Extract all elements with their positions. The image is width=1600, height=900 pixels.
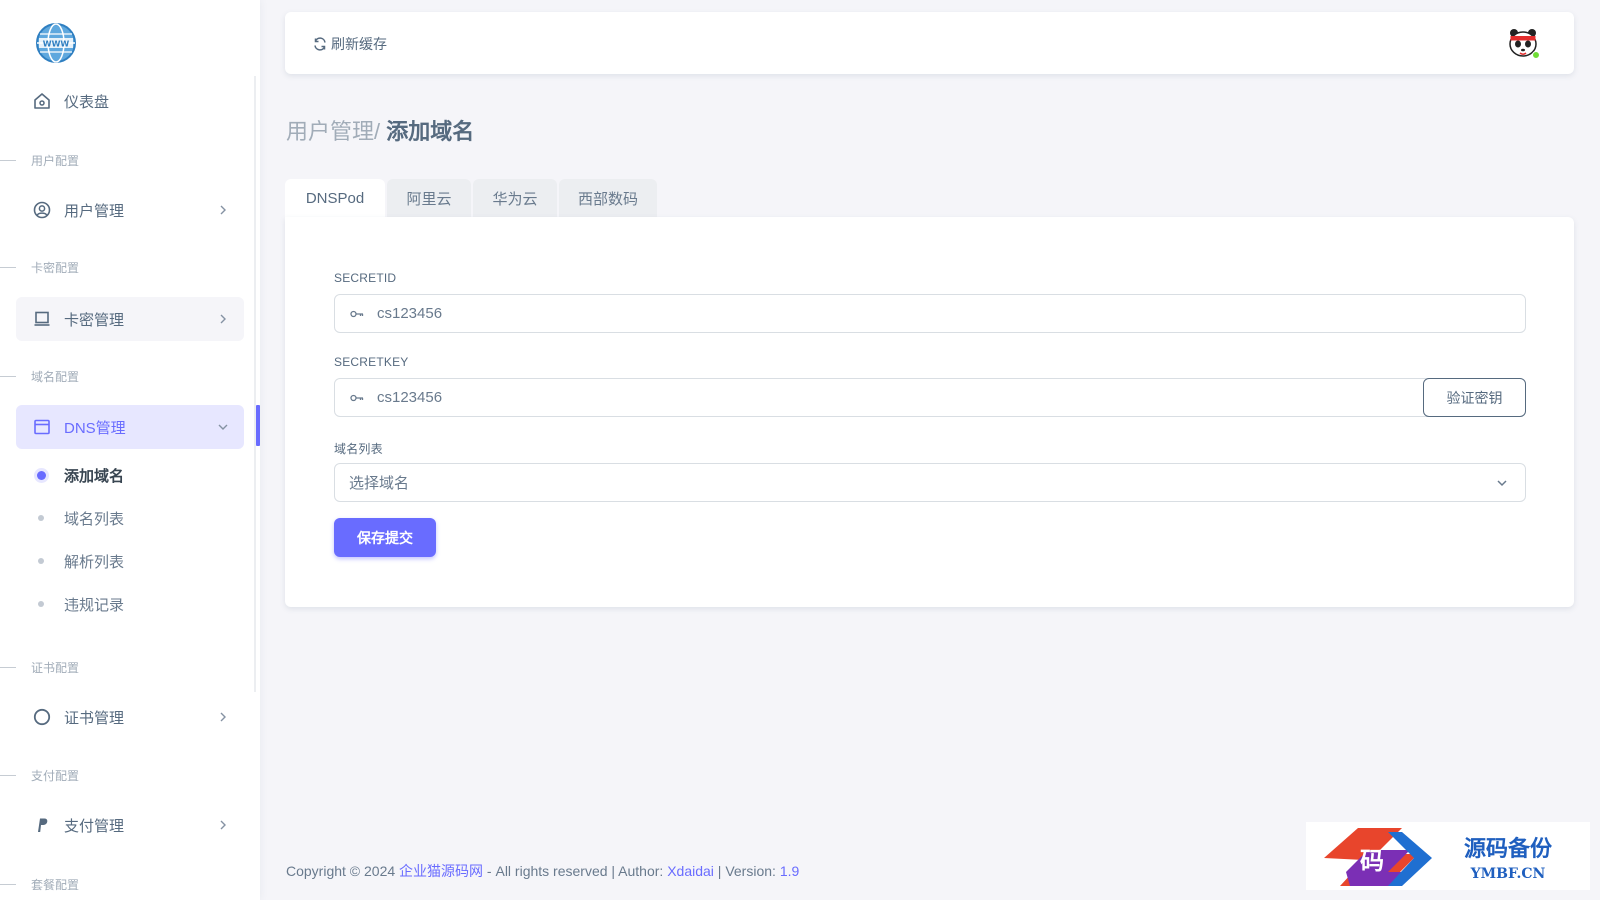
key-icon <box>350 394 364 401</box>
sidebar-subitem-label: 添加域名 <box>64 467 125 485</box>
chevron-down-icon <box>1497 480 1507 487</box>
section-header-package-config: 套餐配置 <box>0 876 79 892</box>
sidebar-item-label: 用户管理 <box>64 202 125 220</box>
section-header-label: 证书配置 <box>31 660 80 675</box>
breadcrumb: 用户管理/ 添加域名 <box>286 114 474 146</box>
footer-site-link[interactable]: 企业猫源码网 <box>399 863 483 879</box>
key-icon <box>350 310 364 317</box>
section-header-cert-config: 证书配置 <box>0 659 79 675</box>
sidebar-item-dashboard[interactable]: 仪表盘 <box>16 79 244 123</box>
sidebar-item-user-management[interactable]: 用户管理 <box>16 188 244 232</box>
section-header-label: 套餐配置 <box>31 877 80 892</box>
save-submit-button[interactable]: 保存提交 <box>334 518 436 557</box>
domain-select-value: 选择域名 <box>349 475 410 492</box>
provider-tabs: DNSPod 阿里云 华为云 西部数码 <box>285 179 659 217</box>
watermark-logo: 码 源码备份 YMBF.CN <box>1306 822 1590 890</box>
paypal-icon <box>32 815 52 835</box>
verify-key-button[interactable]: 验证密钥 <box>1423 378 1526 417</box>
section-header-domain-config: 域名配置 <box>0 368 79 384</box>
sidebar-item-label: DNS管理 <box>64 419 126 437</box>
refresh-cache-label: 刷新缓存 <box>331 36 387 52</box>
sidebar-item-label: 证书管理 <box>64 709 125 727</box>
section-header-label: 域名配置 <box>31 369 80 384</box>
footer-author-link[interactable]: Xdaidai <box>667 863 714 879</box>
laptop-icon <box>32 309 52 329</box>
secret-id-input-group <box>334 294 1526 333</box>
section-header-card-config: 卡密配置 <box>0 259 79 275</box>
footer: Copyright © 2024 企业猫源码网 - All rights res… <box>286 861 799 881</box>
section-header-label: 支付配置 <box>31 768 80 783</box>
watermark-title: 源码备份 <box>1464 836 1553 862</box>
sidebar-active-indicator <box>256 405 260 446</box>
bullet-dot-icon <box>38 558 44 564</box>
secret-id-input[interactable] <box>377 295 1525 332</box>
divider <box>0 883 16 885</box>
tab-west-digital[interactable]: 西部数码 <box>559 179 657 217</box>
footer-copyright: Copyright © 2024 <box>286 863 400 879</box>
secret-key-label: SECRETKEY <box>334 355 409 369</box>
sidebar-subitem-resolve-list[interactable]: 解析列表 <box>16 542 244 580</box>
user-avatar[interactable] <box>1506 26 1540 60</box>
svg-text:WWW: WWW <box>43 40 70 49</box>
section-header-user-config: 用户配置 <box>0 152 79 168</box>
footer-version-label: | Version: <box>713 863 780 879</box>
divider <box>0 375 16 377</box>
sidebar-scrollbar-track[interactable] <box>254 76 256 692</box>
sidebar-subitem-label: 解析列表 <box>64 553 125 571</box>
tab-dnspod[interactable]: DNSPod <box>285 179 385 217</box>
domain-select[interactable]: 选择域名 <box>334 463 1526 502</box>
watermark-glyph: 码 <box>1360 846 1384 875</box>
tab-aliyun[interactable]: 阿里云 <box>387 179 471 217</box>
divider <box>0 266 16 268</box>
top-navbar: 刷新缓存 <box>285 12 1574 74</box>
chevron-right-icon <box>220 314 226 324</box>
footer-rights: - All rights reserved | Author: <box>483 863 668 879</box>
sidebar-subitem-add-domain[interactable]: 添加域名 <box>16 456 244 494</box>
divider <box>0 774 16 776</box>
bullet-dot-icon <box>36 470 46 480</box>
sidebar: WWW 仪表盘 用户配置 用户管理 卡密配置 卡密管理 域名配置 DNS管理 添… <box>0 0 260 900</box>
chevron-right-icon <box>220 205 226 215</box>
sidebar-item-pay-management[interactable]: 支付管理 <box>16 803 244 847</box>
sidebar-item-label: 仪表盘 <box>64 93 110 111</box>
secret-id-label: SECRETID <box>334 271 397 285</box>
sidebar-item-cert-management[interactable]: 证书管理 <box>16 695 244 739</box>
sidebar-subitem-label: 违规记录 <box>64 596 125 614</box>
refresh-icon <box>314 37 326 51</box>
refresh-cache-button[interactable]: 刷新缓存 <box>312 34 387 54</box>
www-globe-logo-icon[interactable]: WWW <box>35 22 77 64</box>
divider <box>0 666 16 668</box>
footer-version-link[interactable]: 1.9 <box>780 863 799 879</box>
window-icon <box>32 417 52 437</box>
bullet-dot-icon <box>38 515 44 521</box>
sidebar-subitem-label: 域名列表 <box>64 510 125 528</box>
bullet-dot-icon <box>38 601 44 607</box>
sidebar-subitem-violation-records[interactable]: 违规记录 <box>16 585 244 623</box>
circle-icon <box>32 707 52 727</box>
section-header-pay-config: 支付配置 <box>0 767 79 783</box>
sidebar-item-label: 支付管理 <box>64 817 125 835</box>
chevron-right-icon <box>220 820 226 830</box>
sidebar-item-dns-management[interactable]: DNS管理 <box>16 405 244 449</box>
section-header-label: 卡密配置 <box>31 260 80 275</box>
divider <box>0 159 16 161</box>
chevron-right-icon <box>220 712 226 722</box>
secret-key-input-group: 验证密钥 <box>334 378 1526 417</box>
chevron-down-icon <box>218 424 228 430</box>
sidebar-subitem-domain-list[interactable]: 域名列表 <box>16 499 244 537</box>
watermark-domain: YMBF.CN <box>1470 866 1546 882</box>
section-header-label: 用户配置 <box>31 153 80 168</box>
domain-list-label: 域名列表 <box>334 442 383 456</box>
sidebar-item-card-management[interactable]: 卡密管理 <box>16 297 244 341</box>
add-domain-form-card: SECRETID SECRETKEY 验证密钥 域名列表 选择域名 保存提交 <box>285 217 1574 607</box>
user-circle-icon <box>32 200 52 220</box>
breadcrumb-parent[interactable]: 用户管理/ <box>286 119 380 144</box>
online-status-dot <box>1532 51 1540 59</box>
page-title: 添加域名 <box>386 119 475 144</box>
secret-key-input[interactable] <box>377 379 1525 416</box>
sidebar-item-label: 卡密管理 <box>64 311 125 329</box>
tab-huaweicloud[interactable]: 华为云 <box>473 179 557 217</box>
home-icon <box>32 91 52 111</box>
